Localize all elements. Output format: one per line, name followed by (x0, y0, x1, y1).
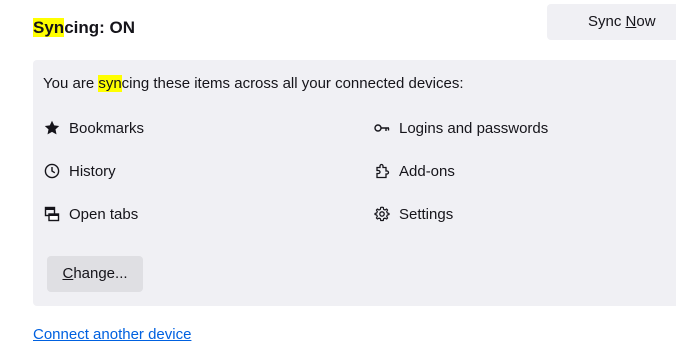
clock-icon (43, 162, 61, 180)
connect-another-device-link[interactable]: Connect another device (33, 325, 191, 345)
synced-items-panel: You are syncing these items across all y… (33, 60, 676, 306)
sync-item-settings: Settings (373, 204, 453, 224)
sync-item-open-tabs: Open tabs (43, 204, 138, 224)
sync-item-bookmarks: Bookmarks (43, 118, 144, 138)
sync-now-button[interactable]: Sync Now (547, 4, 676, 40)
sync-section: Syncing: ON Sync Now You are syncing the… (0, 0, 676, 355)
puzzle-icon (373, 162, 391, 180)
search-highlight: syn (98, 75, 122, 92)
key-icon (373, 119, 391, 137)
search-highlight: Syn (33, 18, 65, 37)
gear-icon (373, 205, 391, 223)
sync-item-logins: Logins and passwords (373, 118, 548, 138)
star-icon (43, 119, 61, 137)
tabs-icon (43, 205, 61, 223)
sync-status-title: Syncing: ON (33, 18, 136, 37)
change-button[interactable]: Change... (47, 256, 143, 292)
sync-item-addons: Add-ons (373, 161, 455, 181)
accesskey-n: N (625, 13, 637, 30)
accesskey-c: C (62, 265, 74, 282)
sync-description: You are syncing these items across all y… (43, 75, 464, 92)
sync-item-history: History (43, 161, 116, 181)
